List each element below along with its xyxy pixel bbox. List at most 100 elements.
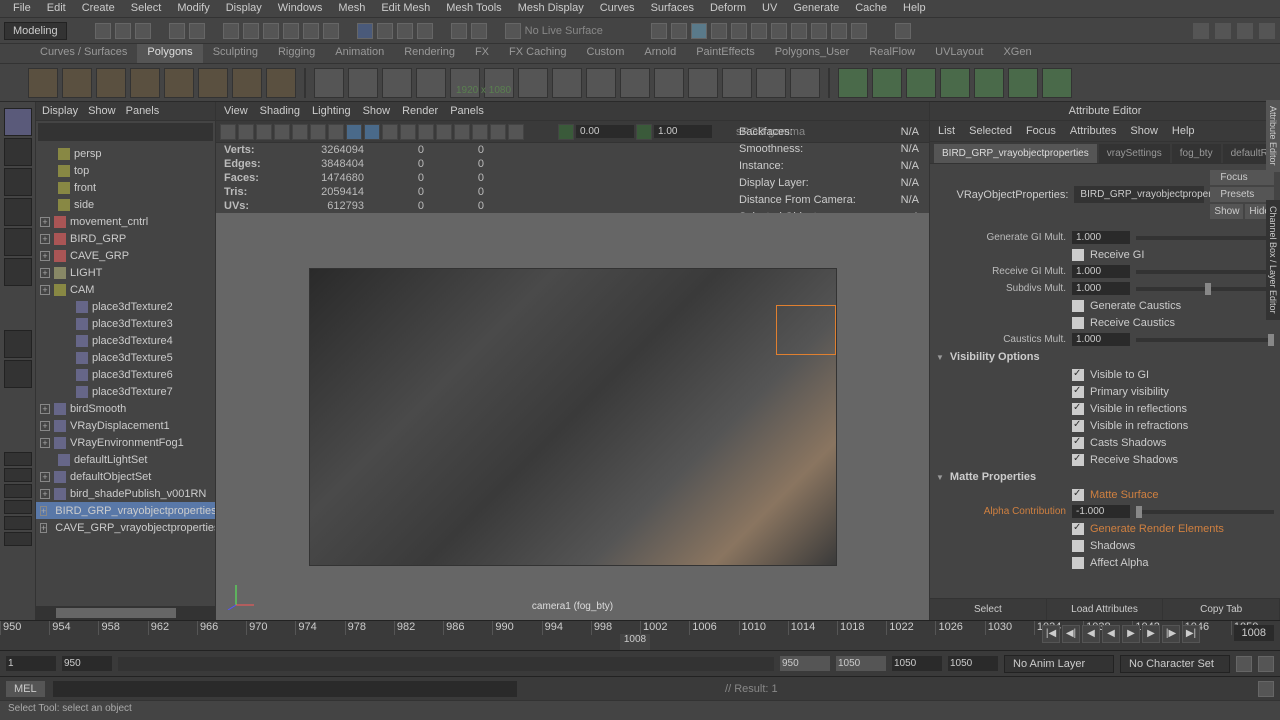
vp-shading3-icon[interactable] xyxy=(382,124,398,140)
move-tool-icon[interactable] xyxy=(4,198,32,226)
outliner-item-BIRD_GRP[interactable]: +BIRD_GRP xyxy=(36,230,215,247)
new-scene-icon[interactable] xyxy=(95,23,111,39)
vp-shading2-icon[interactable] xyxy=(364,124,380,140)
vp-shading1-icon[interactable] xyxy=(346,124,362,140)
shelf-tab-uvlayout[interactable]: UVLayout xyxy=(925,44,993,63)
ae-menu-show[interactable]: Show xyxy=(1130,125,1158,137)
menu-meshdisplay[interactable]: Mesh Display xyxy=(510,2,592,15)
vp-gate-icon[interactable] xyxy=(310,124,326,140)
outliner-search-input[interactable] xyxy=(38,123,213,141)
sel-mode6-icon[interactable] xyxy=(771,23,787,39)
shelf-tab-animation[interactable]: Animation xyxy=(325,44,394,63)
outliner-item-place3dTexture4[interactable]: place3dTexture4 xyxy=(36,332,215,349)
shelf-tab-polygons[interactable]: Polygons xyxy=(137,44,202,63)
layout-e-icon[interactable] xyxy=(4,516,32,530)
shelf-tab-sculpting[interactable]: Sculpting xyxy=(203,44,268,63)
menu-cache[interactable]: Cache xyxy=(847,2,895,15)
outliner-item-bird_shadePublish_v001RN[interactable]: +bird_shadePublish_v001RN xyxy=(36,485,215,502)
outliner-menu-panels[interactable]: Panels xyxy=(126,105,160,117)
outliner-item-persp[interactable]: persp xyxy=(36,145,215,162)
vp-exposure-field[interactable]: 0.00 xyxy=(576,125,634,138)
poly-tool12-icon[interactable] xyxy=(688,68,718,98)
sel-mode10-icon[interactable] xyxy=(851,23,867,39)
outliner-item-place3dTexture2[interactable]: place3dTexture2 xyxy=(36,298,215,315)
layout-b-icon[interactable] xyxy=(4,468,32,482)
sel-mode-icon[interactable] xyxy=(671,23,687,39)
anim-start-field[interactable] xyxy=(6,656,56,671)
character-set-dropdown[interactable]: No Character Set xyxy=(1120,655,1230,673)
render-icon[interactable] xyxy=(357,23,373,39)
anim-end-field[interactable] xyxy=(948,656,998,671)
menu-curves[interactable]: Curves xyxy=(592,2,643,15)
ws-icon3[interactable] xyxy=(1236,22,1254,40)
layout-four-icon[interactable] xyxy=(4,360,32,388)
menu-modify[interactable]: Modify xyxy=(169,2,217,15)
outliner-item-VRayEnvironmentFog1[interactable]: +VRayEnvironmentFog1 xyxy=(36,434,215,451)
ws-icon1[interactable] xyxy=(1192,22,1210,40)
step-back-icon[interactable]: ◀ xyxy=(1082,625,1100,643)
poly-tool3-icon[interactable] xyxy=(382,68,412,98)
shelf-tab-curves[interactable]: Curves / Surfaces xyxy=(30,44,137,63)
goto-end-icon[interactable]: ▶| xyxy=(1182,625,1200,643)
poly-prism-icon[interactable] xyxy=(266,68,296,98)
hypershade-icon[interactable] xyxy=(417,23,433,39)
current-frame-indicator[interactable]: 1008 xyxy=(620,634,650,650)
outliner-item-top[interactable]: top xyxy=(36,162,215,179)
poly-tool4-icon[interactable] xyxy=(416,68,446,98)
vp-bookmark-icon[interactable] xyxy=(238,124,254,140)
shelf-tab-custom[interactable]: Custom xyxy=(577,44,635,63)
scale-tool-icon[interactable] xyxy=(4,258,32,286)
shelf-tab-arnold[interactable]: Arnold xyxy=(634,44,686,63)
ae-select-button[interactable]: Select xyxy=(930,599,1047,620)
outliner-item-BIRD_GRP_vrayobjectproperties[interactable]: +BIRD_GRP_vrayobjectproperties xyxy=(36,502,215,519)
shelf-tab-painteffects[interactable]: PaintEffects xyxy=(686,44,765,63)
ipr-icon[interactable] xyxy=(377,23,393,39)
menu-uv[interactable]: UV xyxy=(754,2,785,15)
shelf-tab-rendering[interactable]: Rendering xyxy=(394,44,465,63)
ae-obj-name-field[interactable]: BIRD_GRP_vrayobjectproperties xyxy=(1074,186,1204,203)
poly-tool13-icon[interactable] xyxy=(722,68,752,98)
poly-tool9-icon[interactable] xyxy=(586,68,616,98)
next-key-icon[interactable]: |▶ xyxy=(1162,625,1180,643)
undo-icon[interactable] xyxy=(169,23,185,39)
snap-surface-icon[interactable] xyxy=(303,23,319,39)
vp-gamma-field[interactable]: 1.00 xyxy=(654,125,712,138)
outliner-item-place3dTexture7[interactable]: place3dTexture7 xyxy=(36,383,215,400)
sel-mode4-icon[interactable] xyxy=(731,23,747,39)
outliner-item-place3dTexture5[interactable]: place3dTexture5 xyxy=(36,349,215,366)
range-field-2[interactable] xyxy=(836,656,886,671)
poly-green4-icon[interactable] xyxy=(940,68,970,98)
play-back-icon[interactable]: ◀ xyxy=(1102,625,1120,643)
poly-sphere-icon[interactable] xyxy=(28,68,58,98)
menu-help[interactable]: Help xyxy=(895,2,934,15)
ae-tab-main[interactable]: BIRD_GRP_vrayobjectproperties xyxy=(934,144,1097,163)
shelf-tab-fx[interactable]: FX xyxy=(465,44,499,63)
snap-plane-icon[interactable] xyxy=(283,23,299,39)
vp-light2-icon[interactable] xyxy=(472,124,488,140)
script-editor-icon[interactable] xyxy=(1258,681,1274,697)
sym-icon[interactable] xyxy=(651,23,667,39)
outliner-item-CAVE_GRP_vrayobjectproperties[interactable]: +CAVE_GRP_vrayobjectproperties xyxy=(36,519,215,536)
construction-icon[interactable] xyxy=(451,23,467,39)
shelf-tab-fxcaching[interactable]: FX Caching xyxy=(499,44,576,63)
poly-green2-icon[interactable] xyxy=(872,68,902,98)
outliner-item-CAM[interactable]: +CAM xyxy=(36,281,215,298)
sel-mode9-icon[interactable] xyxy=(831,23,847,39)
poly-torus-icon[interactable] xyxy=(198,68,228,98)
mode-dropdown[interactable]: Modeling xyxy=(4,22,67,40)
vp-menu-view[interactable]: View xyxy=(224,105,248,117)
outliner-menu-show[interactable]: Show xyxy=(88,105,116,117)
shelf-tab-realflow[interactable]: RealFlow xyxy=(859,44,925,63)
vp-menu-render[interactable]: Render xyxy=(402,105,438,117)
cmd-input[interactable] xyxy=(53,681,517,697)
menu-generate[interactable]: Generate xyxy=(785,2,847,15)
shelf-tab-xgen[interactable]: XGen xyxy=(993,44,1041,63)
snap-view-icon[interactable] xyxy=(323,23,339,39)
redo-icon[interactable] xyxy=(189,23,205,39)
poly-plane-icon[interactable] xyxy=(164,68,194,98)
menu-surfaces[interactable]: Surfaces xyxy=(643,2,702,15)
poly-cube-icon[interactable] xyxy=(62,68,92,98)
sel-mode3-icon[interactable] xyxy=(711,23,727,39)
autokey-icon[interactable] xyxy=(1236,656,1252,672)
menu-mesh[interactable]: Mesh xyxy=(330,2,373,15)
